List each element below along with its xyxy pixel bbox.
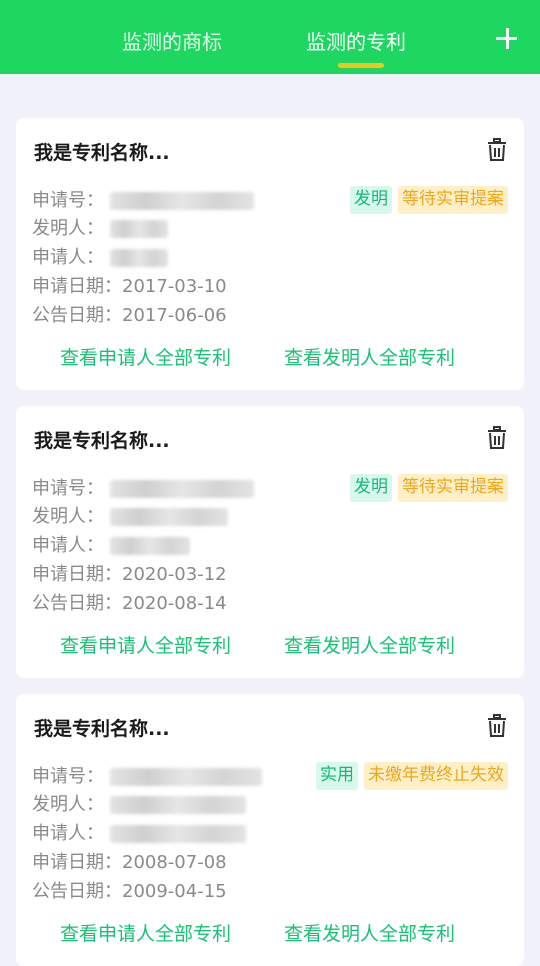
inventor-value-redacted (110, 508, 228, 526)
badges: 实用 未缴年费终止失效 (316, 762, 508, 790)
application-number-value-redacted (110, 768, 262, 786)
patent-status-badge: 等待实审提案 (398, 474, 508, 502)
application-date-row: 申请日期：2020-03-12 (32, 562, 227, 588)
add-button[interactable] (492, 24, 522, 54)
application-date-value: 2017-03-10 (122, 276, 227, 297)
application-date-row: 申请日期：2008-07-08 (32, 850, 227, 876)
application-number-value-redacted (110, 480, 254, 498)
inventor-value-redacted (110, 220, 168, 238)
inventor-row: 发明人： (32, 504, 228, 530)
patent-card[interactable]: 我是专利名称... 申请号： 实用 未缴年费终止失效 发明人： 申请人： 申请日… (16, 694, 524, 966)
patent-type-badge: 发明 (350, 474, 392, 502)
view-applicant-patents-link[interactable]: 查看申请人全部专利 (60, 344, 231, 372)
publication-date-row: 公告日期：2009-04-15 (32, 879, 227, 905)
publication-date-row: 公告日期：2020-08-14 (32, 591, 227, 617)
inventor-label: 发明人： (32, 506, 104, 527)
application-date-label: 申请日期： (32, 276, 122, 297)
application-date-value: 2008-07-08 (122, 852, 227, 873)
publication-date-value: 2020-08-14 (122, 593, 227, 614)
trash-icon[interactable] (486, 138, 508, 162)
applicant-row: 申请人： (32, 821, 246, 847)
badges: 发明 等待实审提案 (350, 474, 508, 502)
card-links: 查看申请人全部专利 查看发明人全部专利 (16, 920, 524, 948)
publication-date-row: 公告日期：2017-06-06 (32, 303, 227, 329)
patent-title: 我是专利名称... (34, 142, 170, 164)
applicant-value-redacted (110, 537, 190, 555)
application-date-label: 申请日期： (32, 852, 122, 873)
applicant-label: 申请人： (32, 247, 104, 268)
publication-date-value: 2017-06-06 (122, 305, 227, 326)
publication-date-label: 公告日期： (32, 881, 122, 902)
inventor-row: 发明人： (32, 792, 246, 818)
inventor-value-redacted (110, 796, 246, 814)
trash-icon[interactable] (486, 714, 508, 738)
patent-status-badge: 等待实审提案 (398, 186, 508, 214)
inventor-row: 发明人： (32, 216, 168, 242)
card-links: 查看申请人全部专利 查看发明人全部专利 (16, 632, 524, 660)
publication-date-value: 2009-04-15 (122, 881, 227, 902)
patent-title: 我是专利名称... (34, 718, 170, 740)
patent-status-badge: 未缴年费终止失效 (364, 762, 508, 790)
top-navigation-bar: 监测的商标 监测的专利 (0, 0, 540, 74)
tab-monitored-trademarks[interactable]: 监测的商标 (122, 28, 222, 56)
inventor-label: 发明人： (32, 794, 104, 815)
view-applicant-patents-link[interactable]: 查看申请人全部专利 (60, 920, 231, 948)
application-date-label: 申请日期： (32, 564, 122, 585)
active-tab-indicator (338, 63, 384, 68)
application-date-value: 2020-03-12 (122, 564, 227, 585)
tab-monitored-patents[interactable]: 监测的专利 (306, 28, 406, 56)
inventor-label: 发明人： (32, 218, 104, 239)
application-number-value-redacted (110, 192, 254, 210)
applicant-label: 申请人： (32, 823, 104, 844)
view-inventor-patents-link[interactable]: 查看发明人全部专利 (284, 632, 455, 660)
applicant-label: 申请人： (32, 535, 104, 556)
patent-type-badge: 实用 (316, 762, 358, 790)
application-number-row: 申请号： (32, 188, 254, 214)
view-applicant-patents-link[interactable]: 查看申请人全部专利 (60, 632, 231, 660)
application-date-row: 申请日期：2017-03-10 (32, 274, 227, 300)
application-number-label: 申请号： (32, 766, 104, 787)
trash-icon[interactable] (486, 426, 508, 450)
publication-date-label: 公告日期： (32, 305, 122, 326)
applicant-row: 申请人： (32, 245, 168, 271)
view-inventor-patents-link[interactable]: 查看发明人全部专利 (284, 920, 455, 948)
applicant-row: 申请人： (32, 533, 190, 559)
card-links: 查看申请人全部专利 查看发明人全部专利 (16, 344, 524, 372)
publication-date-label: 公告日期： (32, 593, 122, 614)
patent-type-badge: 发明 (350, 186, 392, 214)
application-number-label: 申请号： (32, 478, 104, 499)
patent-card[interactable]: 我是专利名称... 申请号： 发明 等待实审提案 发明人： 申请人： 申请日期：… (16, 118, 524, 390)
view-inventor-patents-link[interactable]: 查看发明人全部专利 (284, 344, 455, 372)
application-number-label: 申请号： (32, 190, 104, 211)
application-number-row: 申请号： (32, 764, 262, 790)
applicant-value-redacted (110, 249, 168, 267)
application-number-row: 申请号： (32, 476, 254, 502)
patent-card[interactable]: 我是专利名称... 申请号： 发明 等待实审提案 发明人： 申请人： 申请日期：… (16, 406, 524, 678)
badges: 发明 等待实审提案 (350, 186, 508, 214)
applicant-value-redacted (110, 825, 246, 843)
patent-title: 我是专利名称... (34, 430, 170, 452)
